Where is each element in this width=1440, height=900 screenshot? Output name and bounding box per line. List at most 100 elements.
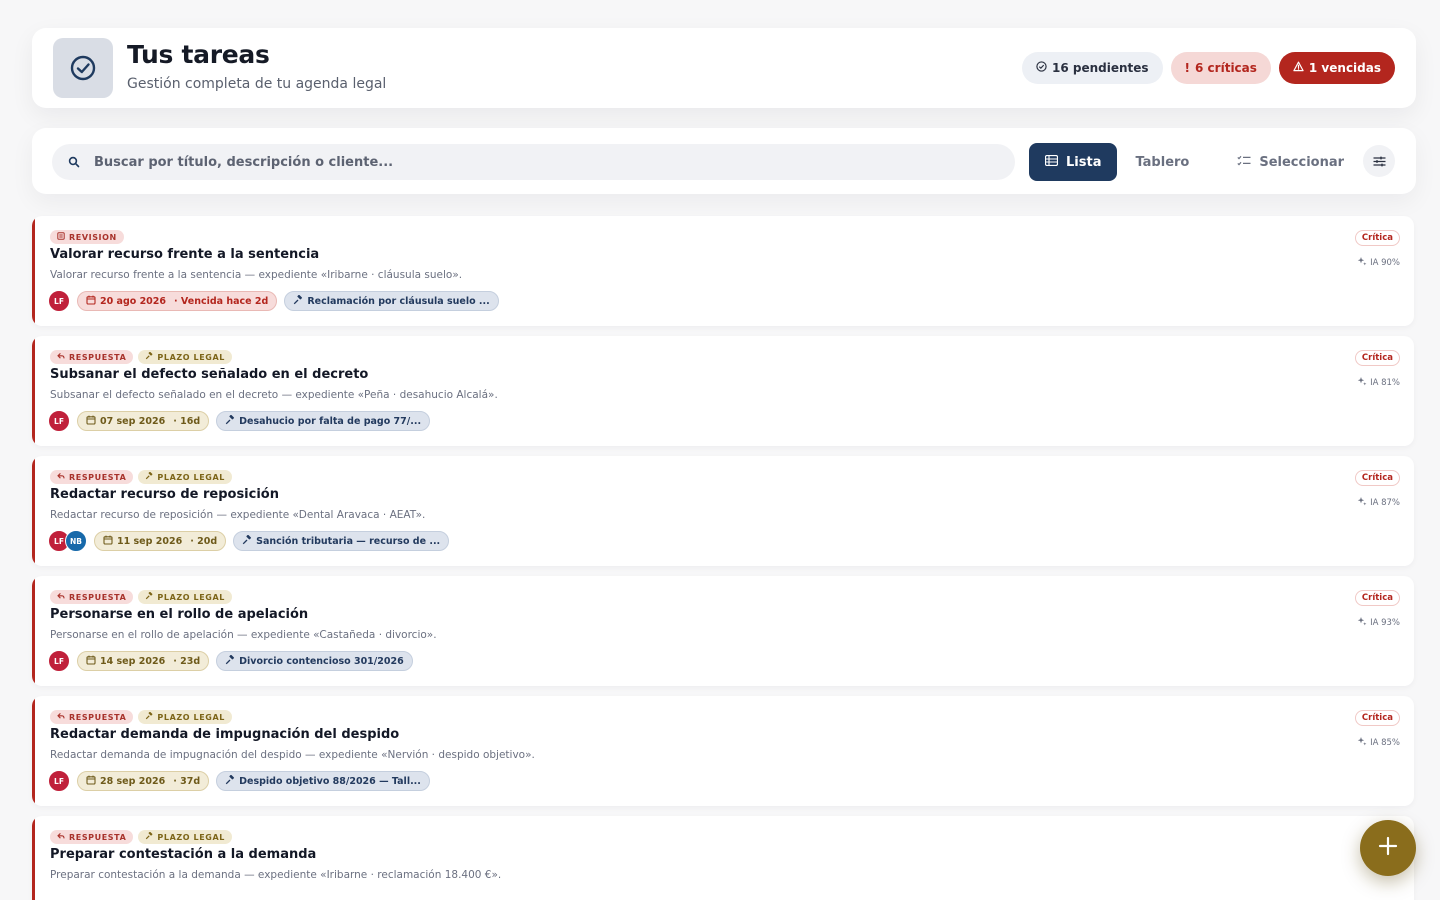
- case-name: Divorcio contencioso 301/2026: [239, 655, 404, 667]
- gavel-icon: [225, 774, 235, 788]
- page-subtitle: Gestión completa de tu agenda legal: [127, 76, 387, 92]
- task-card[interactable]: RESPUESTA PLAZO LEGAL Redactar recurso de …: [32, 456, 1414, 566]
- due-remaining: · 20d: [190, 535, 218, 547]
- search-input[interactable]: [94, 154, 994, 170]
- critical-filter-button[interactable]: ! 6 críticas: [1170, 52, 1271, 84]
- avatar[interactable]: LF: [48, 770, 70, 792]
- ai-score: IA 85%: [1370, 737, 1400, 748]
- task-card[interactable]: RESPUESTA PLAZO LEGAL Subsanar el defecto …: [32, 336, 1414, 446]
- search-icon: [68, 153, 80, 172]
- avatar[interactable]: LF: [48, 650, 70, 672]
- tag-respuesta: RESPUESTA: [50, 350, 134, 364]
- board-view-button[interactable]: Tablero: [1119, 143, 1205, 181]
- avatar[interactable]: NB: [65, 530, 87, 552]
- select-mode-button[interactable]: Seleccionar: [1223, 143, 1358, 181]
- case-chip[interactable]: Despido objetivo 88/2026 — Tall...: [216, 771, 430, 791]
- task-description: Valorar recurso frente a la sentencia — …: [50, 269, 463, 281]
- tag-plazo-legal: PLAZO LEGAL: [138, 590, 232, 604]
- tag-label: REVISION: [69, 232, 117, 242]
- task-meta: LF NB 11 sep 2026 · 20d Sanción tributaria —…: [48, 530, 450, 552]
- checklist-icon: [1237, 155, 1251, 170]
- filters-button[interactable]: [1363, 145, 1395, 177]
- task-card[interactable]: RESPUESTA PLAZO LEGAL Personarse en el rol…: [32, 576, 1414, 686]
- task-tags: RESPUESTA PLAZO LEGAL: [50, 350, 232, 364]
- task-meta: LF 28 sep 2026 · 37d Despido objetivo 88/20…: [48, 770, 430, 792]
- list-view-button[interactable]: Lista: [1029, 143, 1118, 181]
- tag-revision: REVISION: [50, 230, 124, 244]
- tag-label: PLAZO LEGAL: [157, 592, 225, 602]
- check-circle-icon: [53, 38, 113, 98]
- due-date-chip[interactable]: 28 sep 2026 · 37d: [77, 771, 210, 791]
- due-date-chip[interactable]: 14 sep 2026 · 23d: [77, 651, 210, 671]
- sparkle-icon: [1357, 496, 1367, 509]
- critical-count: 6 críticas: [1195, 61, 1257, 75]
- due-date-chip[interactable]: 11 sep 2026 · 20d: [94, 531, 227, 551]
- task-tags: RESPUESTA PLAZO LEGAL: [50, 470, 232, 484]
- pending-filter-button[interactable]: 16 pendientes: [1021, 52, 1163, 84]
- priority-badge: Crítica: [1354, 350, 1400, 366]
- tag-label: RESPUESTA: [69, 472, 127, 482]
- calendar-icon: [103, 535, 113, 548]
- reply-icon: [57, 592, 65, 602]
- tag-label: RESPUESTA: [69, 592, 127, 602]
- task-title[interactable]: Preparar contestación a la demanda: [50, 847, 316, 862]
- task-meta: LF 07 sep 2026 · 16d Desahucio por falta de…: [48, 410, 431, 432]
- tag-respuesta: RESPUESTA: [50, 710, 134, 724]
- gavel-icon: [225, 654, 235, 668]
- tag-plazo-legal: PLAZO LEGAL: [138, 710, 232, 724]
- task-title[interactable]: Personarse en el rollo de apelación: [50, 607, 308, 622]
- task-description: Personarse en el rollo de apelación — ex…: [50, 629, 437, 641]
- case-name: Sanción tributaria — recurso de ...: [256, 535, 441, 547]
- sparkle-icon: [1357, 256, 1367, 269]
- gavel-icon: [225, 414, 235, 428]
- task-description: Preparar contestación a la demanda — exp…: [50, 869, 502, 881]
- task-meta: LF 14 sep 2026 · 23d Divorcio contencioso 3…: [48, 650, 413, 672]
- task-card[interactable]: RESPUESTA PLAZO LEGAL Redactar demanda de …: [32, 696, 1414, 806]
- overdue-filter-button[interactable]: 1 vencidas: [1278, 52, 1395, 84]
- case-chip[interactable]: Desahucio por falta de pago 77/...: [216, 411, 431, 431]
- check-icon: [1036, 61, 1047, 75]
- gavel-icon: [293, 294, 303, 308]
- calendar-icon: [86, 295, 96, 308]
- avatar[interactable]: LF: [48, 410, 70, 432]
- tag-label: PLAZO LEGAL: [157, 472, 225, 482]
- task-title[interactable]: Redactar demanda de impugnación del desp…: [50, 727, 399, 742]
- case-chip[interactable]: Divorcio contencioso 301/2026: [216, 651, 413, 671]
- ai-confidence: IA 87%: [1357, 496, 1400, 509]
- task-tags: RESPUESTA PLAZO LEGAL: [50, 830, 232, 844]
- due-date: 20 ago 2026: [100, 295, 167, 307]
- task-tags: RESPUESTA PLAZO LEGAL: [50, 590, 232, 604]
- task-description: Redactar demanda de impugnación del desp…: [50, 749, 535, 761]
- task-card[interactable]: RESPUESTA PLAZO LEGAL Preparar contestació…: [32, 816, 1414, 900]
- stats-pills: 16 pendientes ! 6 críticas 1 vencidas: [1021, 52, 1395, 84]
- task-title[interactable]: Redactar recurso de reposición: [50, 487, 279, 502]
- list-view-label: Lista: [1066, 154, 1102, 170]
- tag-label: PLAZO LEGAL: [157, 712, 225, 722]
- tag-label: RESPUESTA: [69, 712, 127, 722]
- reply-icon: [57, 352, 65, 362]
- ai-score: IA 93%: [1370, 617, 1400, 628]
- tag-plazo-legal: PLAZO LEGAL: [138, 350, 232, 364]
- case-name: Desahucio por falta de pago 77/...: [239, 415, 422, 427]
- task-title[interactable]: Subsanar el defecto señalado en el decre…: [50, 367, 368, 382]
- warning-triangle-icon: [1293, 61, 1304, 75]
- due-remaining: · 37d: [173, 775, 201, 787]
- tag-respuesta: RESPUESTA: [50, 830, 134, 844]
- task-description: Redactar recurso de reposición — expedie…: [50, 509, 426, 521]
- document-icon: [57, 232, 65, 242]
- sparkle-icon: [1357, 736, 1367, 749]
- select-mode-label: Seleccionar: [1259, 154, 1345, 170]
- avatar[interactable]: LF: [48, 290, 70, 312]
- due-date-chip[interactable]: 20 ago 2026 · Vencida hace 2d: [77, 291, 278, 311]
- due-date-chip[interactable]: 07 sep 2026 · 16d: [77, 411, 210, 431]
- add-task-button[interactable]: [1360, 820, 1416, 876]
- task-card[interactable]: REVISION Valorar recurso frente a la sent…: [32, 216, 1414, 326]
- task-description: Subsanar el defecto señalado en el decre…: [50, 389, 498, 401]
- gavel-icon: [145, 351, 153, 362]
- case-chip[interactable]: Reclamación por cláusula suelo ...: [284, 291, 499, 311]
- task-title[interactable]: Valorar recurso frente a la sentencia: [50, 247, 319, 262]
- reply-icon: [57, 712, 65, 722]
- case-chip[interactable]: Sanción tributaria — recurso de ...: [233, 531, 450, 551]
- calendar-icon: [86, 415, 96, 428]
- tag-respuesta: RESPUESTA: [50, 590, 134, 604]
